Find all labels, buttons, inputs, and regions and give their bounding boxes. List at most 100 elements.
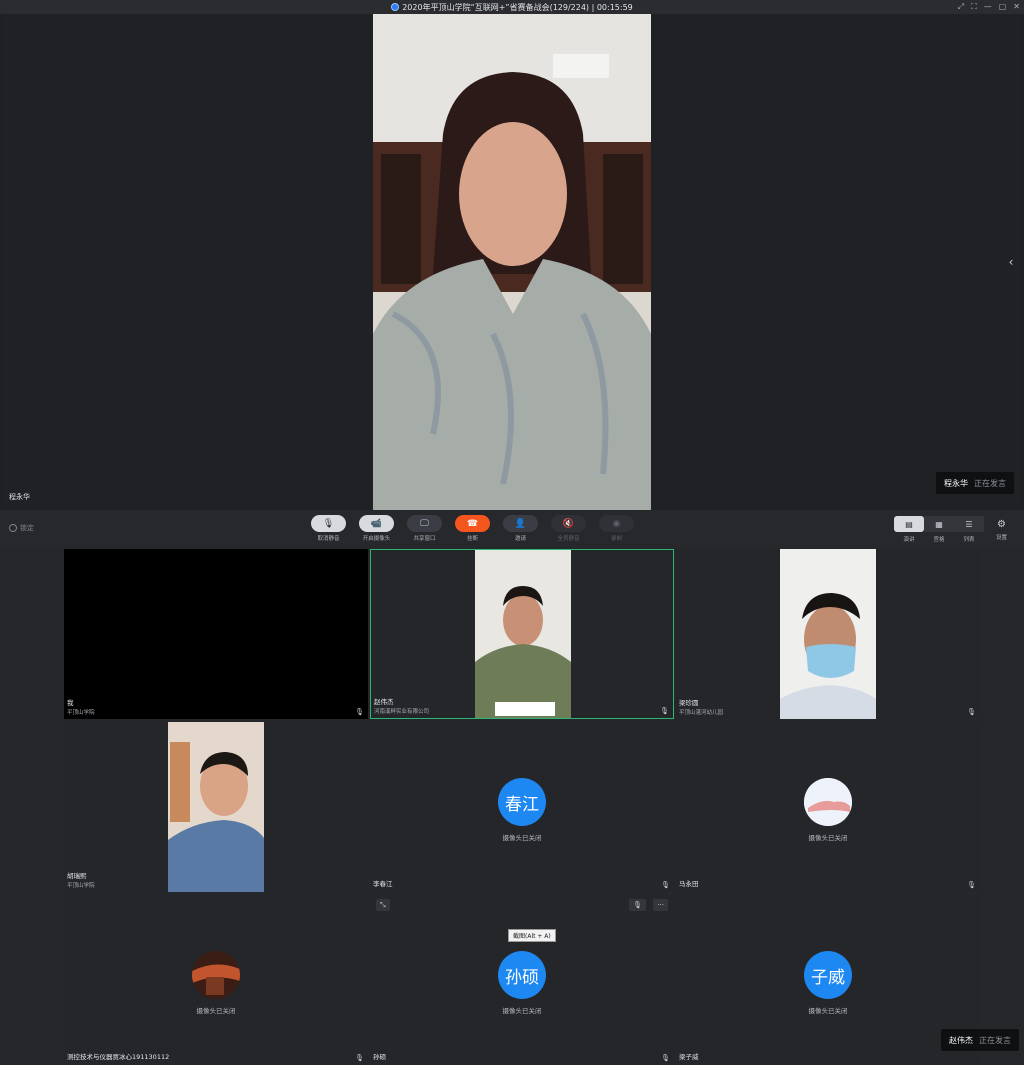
microphone-icon: 🎙 (967, 708, 976, 716)
unmute-label: 取消静音 (317, 536, 340, 542)
participant-tile-self[interactable]: 我 平顶山学院 🎙 (64, 549, 368, 719)
avatar-image (804, 778, 852, 826)
participant-tile-liangzhenyuan[interactable]: 梁珍圆 平顶山湛河幼儿园 🎙 (676, 549, 980, 719)
speaking-indicator-gallery: 赵伟杰 正在发言 (941, 1029, 1019, 1051)
window-title: 2020年平顶山学院“互联网+”省赛备战会(129/224) | 00:15:5… (402, 2, 633, 12)
record-label: 录制 (610, 536, 622, 542)
speaker-view-icon: ▤ (894, 516, 924, 532)
participant-org: 平顶山湛河幼儿园 (679, 710, 724, 716)
participant-avatar (192, 951, 240, 999)
title-group: 2020年平顶山学院“互联网+”省赛备战会(129/224) | 00:15:5… (391, 2, 633, 13)
speaking-name: 程永华 (944, 478, 968, 488)
fullscreen-icon[interactable]: ⛶ (971, 2, 977, 12)
participant-gallery: 我 平顶山学院 🎙 赵伟杰 河南溪畔实业有限公司 🎙 梁珍圆 平顶山湛河幼儿园 … (64, 549, 980, 1065)
camera-off-text: 摄像头已关闭 (196, 1007, 236, 1015)
participant-video-frame (780, 549, 876, 719)
microphone-icon: 🎙 (660, 707, 669, 715)
share-window-button[interactable]: 🖵 共享窗口 (403, 515, 446, 542)
grid-view-button[interactable]: ▦ 宫格 (924, 516, 954, 543)
participant-tile-mayongtian[interactable]: 摄像头已关闭 马永田 🎙 (676, 722, 980, 892)
lock-icon (9, 524, 17, 532)
participant-video (780, 549, 876, 719)
participant-name: 测控技术与仪器贾冰心191130112 (67, 1053, 170, 1061)
window-controls: ⤢ ⛶ — ▢ ✕ (958, 2, 1020, 12)
popout-icon[interactable]: ⤢ (958, 2, 964, 12)
close-icon[interactable]: ✕ (1013, 2, 1020, 12)
unmute-button[interactable]: 🎙 取消静音 (307, 515, 350, 542)
lock-label: 锁定 (20, 524, 34, 532)
chevron-left-icon[interactable]: ‹ (1004, 250, 1018, 274)
mute-all-icon: 🔇 (551, 515, 586, 532)
grid-view-label: 宫格 (933, 537, 945, 543)
hang-up-icon: ☎ (455, 515, 490, 532)
participant-name: 孙硕 (373, 1053, 386, 1061)
invite-label: 邀请 (514, 536, 526, 542)
participant-tile-zhaoweijie[interactable]: 赵伟杰 河南溪畔实业有限公司 🎙 (370, 549, 674, 719)
grid-view-icon: ▦ (924, 516, 954, 532)
screen-share-icon: 🖵 (407, 515, 442, 532)
participant-org: 平顶山学院 (67, 710, 95, 716)
participant-tile-sunshuo[interactable]: ⤡ 🎙 ··· 截图(Alt + A) 孙硕 摄像头已关闭 孙硕 🎙 (370, 895, 674, 1065)
minimize-icon[interactable]: — (984, 2, 992, 12)
share-window-label: 共享窗口 (413, 536, 436, 542)
participant-org: 平顶山学院 (67, 883, 95, 889)
camera-off-text: 摄像头已关闭 (808, 1007, 848, 1015)
mute-all-label: 全员静音 (557, 536, 580, 542)
participant-tile-lichunjiang[interactable]: 春江 摄像头已关闭 李春江 🎙 (370, 722, 674, 892)
speaker-view-button[interactable]: ▤ 演讲 (894, 516, 924, 543)
speaking-status: 正在发言 (979, 1035, 1011, 1045)
participant-org: 河南溪畔实业有限公司 (374, 709, 430, 715)
participant-name: 赵伟杰 (374, 698, 394, 706)
participant-video (168, 722, 264, 892)
list-view-button[interactable]: ☰ 列表 (954, 516, 984, 543)
camera-off-text: 摄像头已关闭 (808, 834, 848, 842)
screenshot-tooltip: 截图(Alt + A) (508, 929, 556, 942)
record-icon: ◉ (599, 515, 634, 532)
more-options-icon[interactable]: ··· (653, 899, 668, 911)
expand-icon[interactable]: ⤡ (376, 899, 390, 911)
participant-name: 梁子威 (679, 1053, 699, 1061)
speaking-indicator: 程永华 正在发言 (936, 472, 1014, 494)
participant-tile-liangziwei[interactable]: 子威 摄像头已关闭 梁子威 (676, 895, 980, 1065)
participant-video (475, 550, 571, 718)
toolbar-buttons: 🎙 取消静音 📹 开启摄像头 🖵 共享窗口 ☎ 挂断 👤 邀请 🔇 全员静音 ◉… (307, 515, 638, 542)
speaker-name-label: 程永华 (9, 493, 30, 501)
hang-up-button[interactable]: ☎ 挂断 (451, 515, 494, 542)
speaker-video-frame (373, 14, 651, 510)
participant-avatar: 孙硕 (498, 951, 546, 999)
participant-avatar (804, 778, 852, 826)
participant-avatar: 春江 (498, 778, 546, 826)
microphone-icon: 🎙 (661, 881, 670, 889)
invite-button[interactable]: 👤 邀请 (499, 515, 542, 542)
participant-name: 梁珍圆 (679, 699, 699, 707)
microphone-icon: 🎙 (355, 708, 364, 716)
list-view-label: 列表 (963, 537, 975, 543)
participant-tile-jiabingxin[interactable]: 摄像头已关闭 测控技术与仪器贾冰心191130112 🎙 (64, 895, 368, 1065)
participant-video-frame (168, 722, 264, 892)
title-bar: 2020年平顶山学院“互联网+”省赛备战会(129/224) | 00:15:5… (0, 0, 1024, 14)
participant-avatar: 子威 (804, 951, 852, 999)
list-view-icon: ☰ (954, 516, 984, 532)
speaking-status: 正在发言 (974, 478, 1006, 488)
avatar-image (192, 951, 240, 999)
settings-label: 设置 (996, 535, 1008, 541)
microphone-icon[interactable]: 🎙 (629, 899, 646, 911)
view-switcher: ▤ 演讲 ▦ 宫格 ☰ 列表 (894, 516, 984, 543)
meeting-window: 2020年平顶山学院“互联网+”省赛备战会(129/224) | 00:15:5… (0, 0, 1024, 548)
camera-off-text: 摄像头已关闭 (502, 1007, 542, 1015)
speaker-video[interactable] (373, 14, 651, 510)
hang-up-label: 挂断 (466, 536, 478, 542)
participant-name: 马永田 (679, 880, 699, 888)
gear-icon: ⚙ (997, 519, 1006, 530)
participant-tile-huruixi[interactable]: 胡瑞熙 平顶山学院 (64, 722, 368, 892)
participant-video-frame (475, 550, 571, 718)
mute-all-button[interactable]: 🔇 全员静音 (547, 515, 590, 542)
settings-button[interactable]: ⚙ 设置 (996, 519, 1008, 542)
start-camera-button[interactable]: 📹 开启摄像头 (355, 515, 398, 542)
maximize-icon[interactable]: ▢ (999, 2, 1007, 12)
record-button[interactable]: ◉ 录制 (595, 515, 638, 542)
main-stage: 程永华 ‹ 程永华 正在发言 (4, 14, 1020, 510)
camera-icon: 📹 (359, 515, 394, 532)
speaker-view-label: 演讲 (903, 537, 915, 543)
lock-control[interactable]: 锁定 (9, 523, 34, 533)
